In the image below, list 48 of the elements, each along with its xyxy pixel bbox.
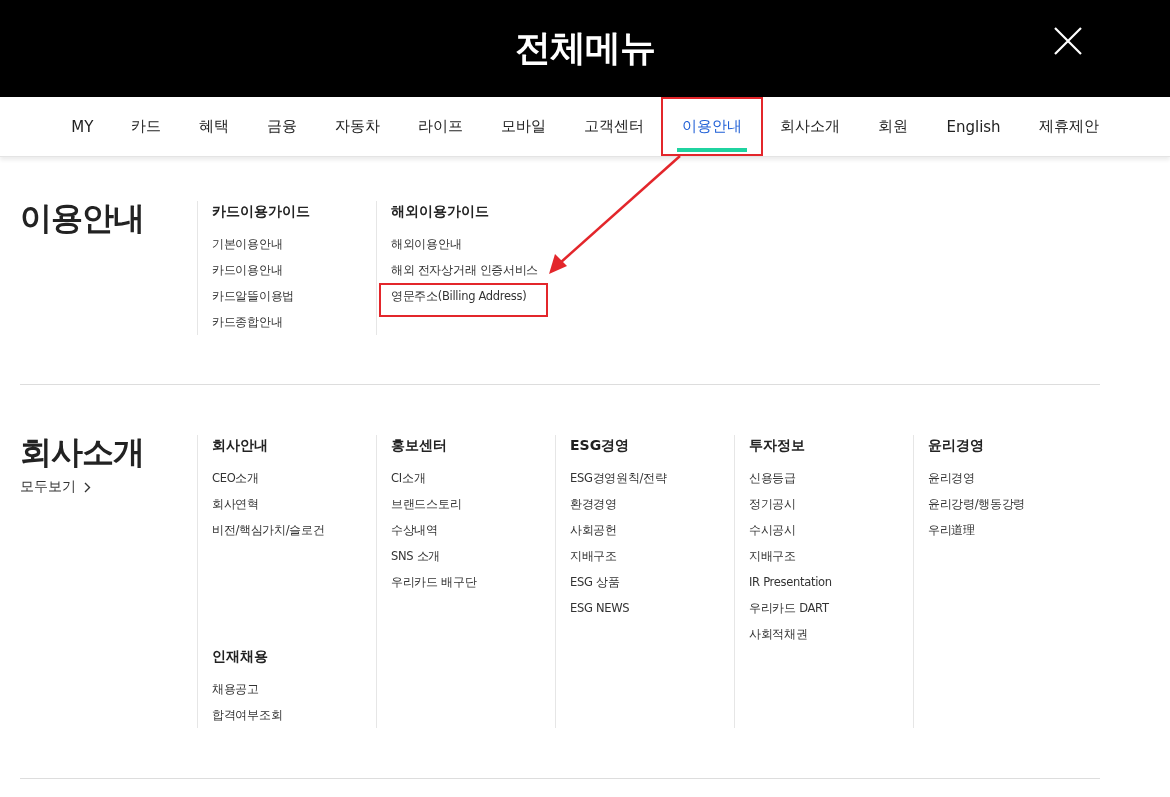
menu-link[interactable]: 신용등급 xyxy=(737,467,808,489)
menu-link[interactable]: 지배구조 xyxy=(737,545,808,567)
menu-link[interactable]: ESG NEWS xyxy=(558,597,642,619)
menu-link[interactable]: IR Presentation xyxy=(737,571,844,593)
menu-link[interactable]: 수상내역 xyxy=(379,519,450,541)
menu-link[interactable]: 환경경영 xyxy=(558,493,629,515)
menu-link[interactable]: ESG경영원칙/전략 xyxy=(558,467,679,489)
menu-link[interactable]: 사회공헌 xyxy=(558,519,629,541)
menu-link[interactable]: 정기공시 xyxy=(737,493,808,515)
menu-link[interactable]: SNS 소개 xyxy=(379,545,453,567)
close-icon[interactable] xyxy=(1054,27,1082,55)
section-title: 회사소개 xyxy=(20,435,145,471)
menu-link[interactable]: 합격여부조회 xyxy=(200,704,295,726)
menu-link[interactable]: 해외이용안내 xyxy=(379,233,474,255)
menu-link[interactable]: 지배구조 xyxy=(558,545,629,567)
menu-link[interactable]: 수시공시 xyxy=(737,519,808,541)
menu-link[interactable]: 카드종합안내 xyxy=(200,311,295,333)
menu-link[interactable]: 카드이용안내 xyxy=(200,259,295,281)
group-heading: 홍보센터 xyxy=(391,436,448,455)
menu-link[interactable]: CEO소개 xyxy=(200,467,271,489)
menu-link[interactable]: 사회적채권 xyxy=(737,623,820,645)
view-all-link[interactable]: 모두보기 xyxy=(20,478,197,497)
menu-tab[interactable]: 이용안내 xyxy=(661,97,764,156)
group-heading: 인재채용 xyxy=(212,647,269,666)
group-heading: 윤리경영 xyxy=(928,436,985,455)
menu-link[interactable]: 우리카드 DART xyxy=(737,597,841,619)
menu-link[interactable]: CI소개 xyxy=(379,467,438,489)
menu-link[interactable]: 영문주소(Billing Address) xyxy=(379,283,549,317)
menu-link[interactable]: 우리道理 xyxy=(916,519,987,541)
page-title: 전체메뉴 xyxy=(515,26,655,70)
menu-link[interactable]: 윤리강령/행동강령 xyxy=(916,493,1038,515)
group-heading: 해외이용가이드 xyxy=(391,202,490,221)
group-heading: 투자정보 xyxy=(749,436,806,455)
menu-link[interactable]: ESG 상품 xyxy=(558,571,632,593)
menu-link[interactable]: 회사연혁 xyxy=(200,493,271,515)
menu-link[interactable]: 카드알뜰이용법 xyxy=(200,285,306,307)
menu-link[interactable]: 윤리경영 xyxy=(916,467,987,489)
menu-link[interactable]: 기본이용안내 xyxy=(200,233,295,255)
menu-link[interactable]: 브랜드스토리 xyxy=(379,493,474,515)
menu-link[interactable]: 해외 전자상거래 인증서비스 xyxy=(379,259,551,281)
menu-link[interactable]: 채용공고 xyxy=(200,678,271,700)
group-heading: 카드이용가이드 xyxy=(212,202,311,221)
menu-link[interactable]: 우리카드 배구단 xyxy=(379,571,489,593)
group-heading: 회사안내 xyxy=(212,436,269,455)
menu-link[interactable]: 비전/핵심가치/슬로건 xyxy=(200,519,337,541)
group-heading: ESG경영 xyxy=(570,436,631,455)
section-title: 이용안내 xyxy=(20,201,145,237)
chevron-right-icon xyxy=(84,481,91,493)
